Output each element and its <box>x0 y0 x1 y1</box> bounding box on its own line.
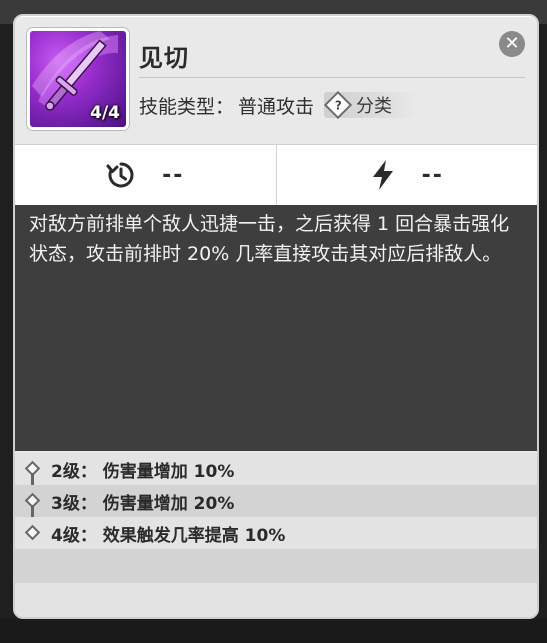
level-text: 4级： 效果触发几率提高 10% <box>51 525 286 546</box>
level-item-empty <box>15 549 537 583</box>
sword-skill-icon: 4/4 <box>27 28 129 130</box>
level-item: 3级： 伤害量增加 20% <box>15 485 537 549</box>
level-item: 4级： 效果触发几率提高 10% <box>15 517 537 549</box>
skill-level-count: 4/4 <box>90 103 120 123</box>
question-diamond-icon: ? <box>323 90 353 120</box>
close-button[interactable]: ✕ <box>499 31 525 57</box>
level-text: 2级： 伤害量增加 10% <box>51 461 235 482</box>
level-marker-icon <box>24 524 41 541</box>
skill-level-list: 2级： 伤害量增加 10% 3级： 伤害量增加 20% 4级： 效果触发几率提高… <box>15 453 537 617</box>
skill-description: 对敌方前排单个敌人迅捷一击，之后获得 1 回合暴击强化状态，攻击前排时 20% … <box>29 213 510 265</box>
cooldown-stat: -- <box>15 145 276 205</box>
title-divider <box>139 77 525 78</box>
category-label: 分类 <box>356 96 393 117</box>
lightning-icon <box>372 160 393 190</box>
skill-type-value: 普通攻击 <box>238 95 315 118</box>
level-item-empty <box>15 583 537 617</box>
skill-detail-card: 4/4 见切 ✕ 技能类型： 普通攻击 ? 分类 -- -- 对敌方前排单个敌人… <box>13 14 539 619</box>
energy-stat: -- <box>275 145 538 205</box>
skill-header: 4/4 见切 ✕ 技能类型： 普通攻击 ? 分类 <box>15 16 537 142</box>
category-tag[interactable]: ? 分类 <box>323 90 419 120</box>
skill-type-label: 技能类型： <box>139 95 235 118</box>
level-item: 2级： 伤害量增加 10% <box>15 453 537 517</box>
cooldown-value: -- <box>162 162 185 188</box>
level-text: 3级： 伤害量增加 20% <box>51 493 235 514</box>
skill-description-panel: 对敌方前排单个敌人迅捷一击，之后获得 1 回合暴击强化状态，攻击前排时 20% … <box>15 205 537 451</box>
background-bottom <box>0 619 547 643</box>
skill-title: 见切 <box>139 44 189 72</box>
energy-value: -- <box>421 162 444 188</box>
close-icon: ✕ <box>504 33 520 54</box>
skill-stats-row: -- -- <box>15 144 537 206</box>
cooldown-icon <box>106 162 134 188</box>
skill-type-row: 技能类型： 普通攻击 ? 分类 <box>139 90 419 120</box>
